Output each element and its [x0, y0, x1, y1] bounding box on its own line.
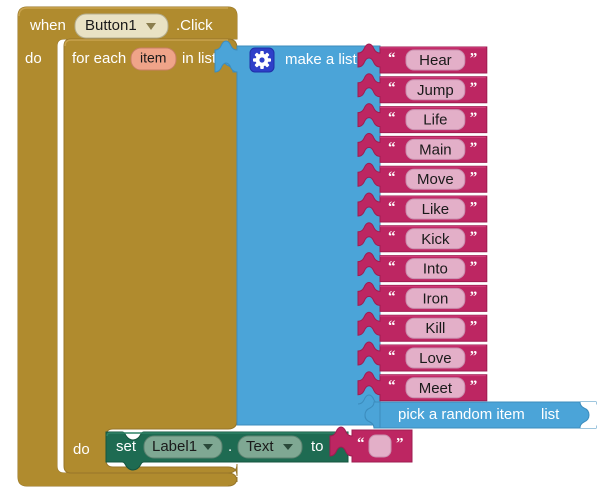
text-open-quote: “	[388, 289, 396, 305]
make-a-list-label: make a list	[285, 51, 358, 68]
text-value-label: Like	[422, 201, 450, 218]
text-value-label: Into	[423, 261, 448, 278]
for-each-middle: in list	[182, 50, 217, 67]
empty-text-close-quote: ”	[396, 435, 404, 451]
text-open-quote: “	[388, 378, 396, 394]
for-each-do-label: do	[73, 441, 90, 458]
text-value-label: Kick	[421, 231, 450, 248]
text-close-quote: ”	[470, 229, 478, 245]
text-value-label: Jump	[417, 82, 454, 99]
empty-text-open-quote: “	[357, 435, 365, 451]
text-close-quote: ”	[470, 80, 478, 96]
text-open-quote: “	[388, 199, 396, 215]
dropdown-button1-label: Button1	[85, 17, 137, 34]
variable-chip-item[interactable]: item	[130, 47, 177, 71]
text-close-quote: ”	[470, 289, 478, 305]
text-close-quote: ”	[470, 170, 478, 186]
dropdown-label1[interactable]: Label1	[143, 435, 223, 459]
gear-icon[interactable]	[249, 47, 275, 73]
text-open-quote: “	[388, 110, 396, 126]
text-open-quote: “	[388, 50, 396, 66]
text-value-label: Meet	[419, 380, 453, 397]
set-keyword: set	[116, 438, 137, 455]
empty-text-input[interactable]	[368, 434, 392, 458]
text-value-label: Hear	[419, 52, 452, 69]
text-open-quote: “	[388, 348, 396, 364]
text-value-label: Move	[417, 171, 454, 188]
blocks-canvas[interactable]: when Button1 .Click do for each item in …	[0, 0, 612, 500]
block-make-a-list[interactable]: make a list	[214, 40, 381, 426]
text-close-quote: ”	[470, 378, 478, 394]
text-close-quote: ”	[470, 140, 478, 156]
text-open-quote: “	[388, 80, 396, 96]
pick-random-label: pick a random item	[398, 406, 525, 423]
for-each-prefix: for each	[72, 50, 126, 67]
text-value-label: Love	[419, 350, 452, 367]
variable-chip-label: item	[140, 50, 166, 66]
text-value-label: Iron	[422, 290, 448, 307]
text-value-label: Main	[419, 141, 452, 158]
text-close-quote: ”	[470, 259, 478, 275]
dropdown-text-property[interactable]: Text	[237, 435, 303, 459]
blocks-workspace[interactable]: when Button1 .Click do for each item in …	[0, 0, 612, 500]
text-value-label: Kill	[425, 320, 445, 337]
text-close-quote: ”	[470, 199, 478, 215]
text-open-quote: “	[388, 229, 396, 245]
text-close-quote: ”	[470, 319, 478, 335]
when-keyword: when	[29, 17, 66, 34]
text-open-quote: “	[388, 319, 396, 335]
setter-connector: to	[311, 438, 324, 455]
text-close-quote: ”	[470, 50, 478, 66]
block-for-each-item-in-list[interactable]: for each item in list do	[63, 38, 241, 477]
text-value-label: Life	[423, 112, 447, 129]
block-set-label1-text[interactable]: set Label1 . Text to	[105, 431, 349, 471]
text-close-quote: ”	[470, 110, 478, 126]
dropdown-button1[interactable]: Button1	[74, 13, 169, 39]
text-open-quote: “	[388, 170, 396, 186]
event-do-label: do	[25, 50, 42, 67]
text-open-quote: “	[388, 140, 396, 156]
pick-random-socket-label: list	[541, 406, 560, 423]
dropdown-label1-label: Label1	[152, 438, 197, 455]
text-close-quote: ”	[470, 348, 478, 364]
text-open-quote: “	[388, 259, 396, 275]
event-name-label: .Click	[176, 17, 213, 34]
setter-separator: .	[228, 438, 232, 455]
dropdown-text-property-label: Text	[246, 438, 274, 455]
